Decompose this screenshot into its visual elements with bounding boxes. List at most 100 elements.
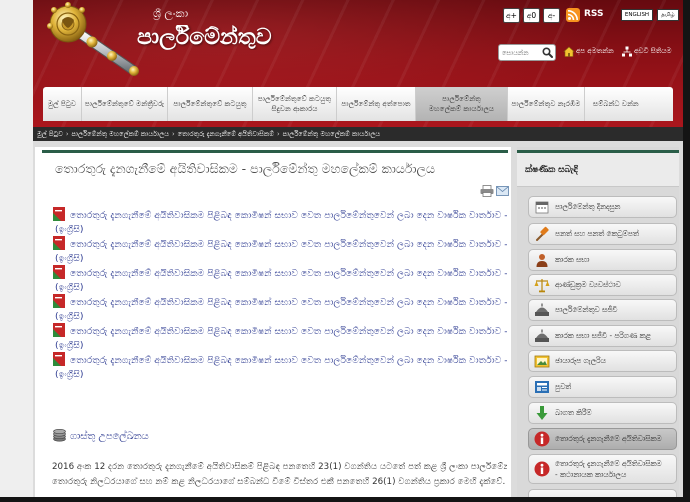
sidebar-item-label: පනත් සහ පනත් කෙටුම්පත් [555,229,639,238]
info-paragraph-line: 2016 අංක 12 දරන තොරතුරු දැනගැනීමේ අයිතිව… [52,462,507,472]
sidebar-item-label: පාර්ලිමේන්තුව සජීවී [555,305,618,314]
person-icon [536,254,548,267]
pdf-icon[interactable] [52,323,66,337]
sidebar-item-label: බාගත කිරීම් [555,408,592,417]
news-icon [535,381,549,393]
page-title: තොරතුරු දැනගැනීමේ අයිතිවාසිකම - පාර්ලිමේ… [55,161,436,176]
document-item: තොරතුරු දැනගැනීමේ අයිතිවාසිකම පිළිබඳ කොම… [52,294,507,322]
search-input[interactable] [502,45,542,60]
sidebar-item-label: පුවත් [555,382,572,391]
download-icon [536,406,548,420]
scales-icon [534,279,550,293]
breadcrumb: මුල් පිටුව › පාර්ලිමේන්තු මහලේකම් කාර්යාලය… [33,127,683,141]
sidebar-item-news[interactable]: පුවත් [528,376,677,398]
breadcrumb-item[interactable]: පාර්ලිමේන්තු මහලේකම් කාර්යාලය [71,130,169,138]
rss-icon[interactable] [566,8,580,22]
pdf-icon[interactable] [52,265,66,279]
nav-tab-secretary-general-office[interactable]: පාර්ලිමේන්තු මහලේකම් කාර්යාලය [416,87,508,121]
document-language-link[interactable]: (ඉංග්‍රීසි) [55,311,83,322]
info-icon [534,461,550,477]
dome-icon [535,303,549,316]
info-icon [534,431,550,447]
sidebar-item-rti[interactable]: තොරතුරු දැනගැනීමේ අයිතිවාසිකම [528,428,677,450]
screen-frame-bottom [0,497,690,502]
pdf-icon[interactable] [52,352,66,366]
document-link[interactable]: තොරතුරු දැනගැනීමේ අයිතිවාසිකම පිළිබඳ කොම… [70,297,507,308]
document-item: තොරතුරු දැනගැනීමේ අයිතිවාසිකම පිළිබඳ කොම… [52,352,507,380]
house-icon [563,46,575,57]
nav-tab-how-it-works[interactable]: පාර්ලිමේන්තුවේ කටයුතු සිදුවන ආකාරය [253,87,337,121]
sidebar-item-partial[interactable] [528,489,677,497]
sidebar-item-label: පාර්ලිමේන්තු දිනදසුන [555,202,621,211]
contact-link[interactable]: අප අමතන්න [576,47,620,56]
nav-tab-home[interactable]: මුල් පිටුව [43,87,82,121]
breadcrumb-item-current: පාර්ලිමේන්තු මහලේකම් කාර්යාලය [282,130,381,138]
document-item: තොරතුරු දැනගැනීමේ අයිතිවාසිකම පිළිබඳ කොම… [52,236,507,264]
main-nav: මුල් පිටුව පාර්ලිමේන්තුවේ මන්ත්‍රීවරු පා… [43,87,673,121]
sidebar-item-acts-bills[interactable]: පනත් සහ පනත් කෙටුම්පත් [528,223,677,245]
document-link[interactable]: තොරතුරු දැනගැනීමේ අයිතිවාසිකම පිළිබඳ කොම… [70,268,507,279]
document-language-link[interactable]: (ඉංග්‍රීසි) [55,282,83,293]
sidebar-item-label: ආණ්ඩුක්‍රම ව්‍යවස්ථාව [555,280,621,289]
document-link[interactable]: තොරතුරු දැනගැනීමේ අයිතිවාසිකම පිළිබඳ කොම… [70,239,507,250]
document-item: තොරතුරු දැනගැනීමේ අයිතිවාසිකම පිළිබඳ කොම… [52,207,507,235]
document-language-link[interactable]: (ඉංග්‍රීසි) [55,224,83,235]
breadcrumb-item[interactable]: තොරතුරු දැනගැනීමේ අයිතිවාසිකම් [178,130,274,138]
sidebar-item-label: තොරතුරු දැනගැනීමේ අයිතිවාසිකම - කථානායක … [555,459,662,479]
mace-logo[interactable] [40,0,140,82]
tamil-language-button[interactable]: தமிழ் [657,9,679,21]
sidebar-title: ක්ෂණික සබැඳි [525,165,578,175]
document-language-link[interactable]: (ඉංග්‍රීසි) [55,253,83,264]
font-decrease-button[interactable]: අ- [543,8,560,23]
country-label: ශ්‍රී ලංකා [153,7,189,20]
sidebar-item-label: කාරක සභා සජීවී - පරිගණ කළ [555,331,651,340]
font-reset-button[interactable]: අ0 [523,8,540,23]
sidebar-item-downloads[interactable]: බාගත කිරීම් [528,402,677,424]
sidebar-item-constitution[interactable]: ආණ්ඩුක්‍රම ව්‍යවස්ථාව [528,274,677,296]
site-header: ශ්‍රී ලංකා පාර්ලිමේන්තුව අ+ අ0 අ- RSS EN… [33,0,683,127]
print-icon[interactable] [480,185,494,197]
document-language-link[interactable]: (ඉංග්‍රීසි) [55,369,83,380]
breadcrumb-item[interactable]: මුල් පිටුව [37,130,63,138]
pdf-icon[interactable] [52,236,66,250]
nav-tab-handbook[interactable]: පාර්ලිමේන්තු අත්පොත [337,87,416,121]
accent-line [42,150,508,153]
sidebar-item-label: කාරක සභා [555,255,590,264]
nav-tab-visit[interactable]: පාර්ලිමේන්තුව නැරඹීම [508,87,585,121]
sitemap-link[interactable]: අඩවි සිතියම [634,47,679,56]
screen-frame-right [683,0,690,502]
document-link[interactable]: තොරතුරු දැනගැනීමේ අයිතිවාසිකම පිළිබඳ කොම… [70,355,507,366]
email-icon[interactable] [496,186,509,196]
site-title[interactable]: පාර්ලිමේන්තුව [137,25,367,50]
fee-schedule-link[interactable]: ගාස්තු උපලේඛනය [70,431,149,442]
sidebar-item-label: තොරතුරු දැනගැනීමේ අයිතිවාසිකම [555,434,662,443]
font-increase-button[interactable]: අ+ [503,8,520,23]
sidebar-item-parliament-live[interactable]: පාර්ලිමේන්තුව සජීවී [528,299,677,321]
search-icon[interactable] [542,47,553,58]
sidebar-item-committee-live[interactable]: කාරක සභා සජීවී - පරිගණ කළ [528,325,677,347]
rss-link[interactable]: RSS [584,9,604,19]
nav-tab-members[interactable]: පාර්ලිමේන්තුවේ මන්ත්‍රීවරු [82,87,168,121]
main-content: තොරතුරු දැනගැනීමේ අයිතිවාසිකම - පාර්ලිමේ… [35,147,511,497]
breadcrumb-separator: › [277,130,280,138]
sidebar-item-rti-speaker-office[interactable]: තොරතුරු දැනගැනීමේ අයිතිවාසිකම - කථානායක … [528,454,677,484]
document-link[interactable]: තොරතුරු දැනගැනීමේ අයිතිවාසිකම පිළිබඳ කොම… [70,326,507,337]
document-language-link[interactable]: (ඉංග්‍රීසි) [55,340,83,351]
sidebar-item-calendar[interactable]: පාර්ලිමේන්තු දිනදසුන [528,196,677,218]
english-language-button[interactable]: ENGLISH [621,9,653,21]
quick-links-sidebar: ක්ෂණික සබැඳි පාර්ලිමේන්තු දිනදසුන පනත් ස… [517,147,679,497]
sitemap-icon [622,46,632,57]
nav-tab-business[interactable]: පාර්ලිමේන්තුවේ කටයුතු [168,87,253,121]
document-item: තොරතුරු දැනගැනීමේ අයිතිවාසිකම පිළිබඳ කොම… [52,323,507,351]
gavel-icon [536,226,549,241]
document-item: තොරතුරු දැනගැනීමේ අයිතිවාසිකම පිළිබඳ කොම… [52,265,507,293]
sidebar-header: ක්ෂණික සබැඳි [517,153,679,187]
sidebar-item-photo-gallery[interactable]: ඡායාරූප ගැලරිය [528,350,677,372]
nav-tab-contact[interactable]: සම්බන්ධ වන්න [585,87,673,121]
photo-icon [534,355,550,368]
pdf-icon[interactable] [52,294,66,308]
sidebar-item-committees[interactable]: කාරක සභා [528,249,677,271]
document-link[interactable]: තොරතුරු දැනගැනීමේ අයිතිවාසිකම පිළිබඳ කොම… [70,210,507,221]
info-paragraph-line: තොරතුරු නිලධරයාගේ සහ නම් කළ නිලධරයාගේ සම… [52,477,506,487]
pdf-icon[interactable] [52,207,66,221]
